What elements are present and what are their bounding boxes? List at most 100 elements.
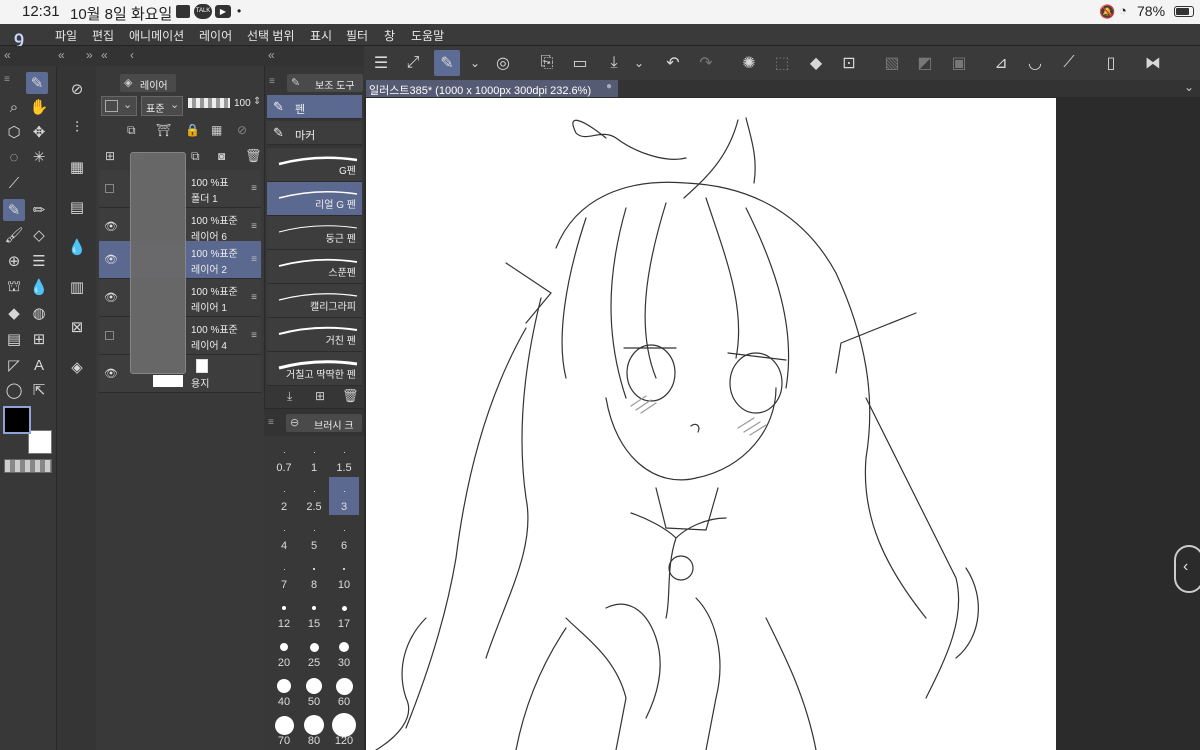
layer-handle-icon[interactable]: ≡ xyxy=(251,330,257,341)
menu-filter[interactable]: 필터 xyxy=(346,27,368,44)
opacity-value[interactable]: 100 xyxy=(234,98,251,109)
menu-view[interactable]: 표시 xyxy=(310,27,332,44)
duplicate-icon[interactable]: ⊞ xyxy=(315,389,325,403)
brush-size-option[interactable]: 10 xyxy=(329,555,359,593)
layer-handle-icon[interactable]: ≡ xyxy=(251,292,257,303)
chevron-left-icon[interactable]: ‹ xyxy=(130,48,134,62)
timeline-icon[interactable]: ▥ xyxy=(66,276,88,298)
deselect-icon[interactable]: ▧ xyxy=(879,50,905,76)
sub-tool-tab[interactable]: ✎ 보조 도구 xyxy=(287,74,363,92)
layer-tab[interactable]: ◈ 레이어 xyxy=(120,74,176,92)
hand-icon[interactable]: ✋ xyxy=(28,96,50,118)
color-set-icon[interactable]: ▦ xyxy=(66,156,88,178)
brush-size-option[interactable]: 30 xyxy=(329,633,359,671)
eyedropper-icon[interactable]: ⟋ xyxy=(3,172,25,194)
eye-icon[interactable]: 👁 xyxy=(104,220,118,233)
fill-icon[interactable]: ◆ xyxy=(3,302,25,324)
eraser-icon[interactable]: ◇ xyxy=(28,224,50,246)
blend-mode-dropdown[interactable]: 표준 ⌄ xyxy=(141,96,183,116)
brush-size-option[interactable]: 60 xyxy=(329,672,359,710)
layer-handle-icon[interactable]: ≡ xyxy=(251,254,257,265)
transform-icon[interactable]: ⊡ xyxy=(836,50,862,76)
undo-icon[interactable]: ↶ xyxy=(660,50,686,76)
brush-size-option[interactable]: 120 xyxy=(329,711,359,749)
brush-spoon-pen[interactable]: 스푼펜 xyxy=(267,250,362,284)
brush-size-option[interactable]: 7 xyxy=(269,555,299,593)
collapse-subtool-icon[interactable]: « xyxy=(268,48,275,62)
open-folder-icon[interactable]: ▭ xyxy=(567,50,593,76)
hamburger-menu-icon[interactable]: ☰ xyxy=(368,50,394,76)
layer-mask-icon[interactable]: ◙ xyxy=(218,149,225,163)
smartphone-icon[interactable]: ▯ xyxy=(1098,50,1124,76)
visibility-checkbox[interactable] xyxy=(105,184,114,193)
menu-edit[interactable]: 편집 xyxy=(92,27,114,44)
eye-icon[interactable]: 👁 xyxy=(104,291,118,304)
transparent-color-icon[interactable] xyxy=(4,459,52,473)
tool-menu-icon[interactable]: ≡ xyxy=(4,74,10,85)
pen-tool-active-icon[interactable]: ✎ xyxy=(26,72,48,94)
flip-horizontal-icon[interactable]: ⧓ xyxy=(1140,50,1166,76)
magic-wand-icon[interactable]: ✳ xyxy=(28,146,50,168)
layer-stack-icon[interactable]: ◈ xyxy=(66,356,88,378)
brush-size-option[interactable]: 50 xyxy=(299,672,329,710)
collapse-layer-icon[interactable]: « xyxy=(101,48,108,62)
brush-real-g-pen[interactable]: 리얼 G 펜 xyxy=(267,182,362,216)
brush-bowl-icon[interactable]: ◡ xyxy=(1022,50,1048,76)
menu-window[interactable]: 창 xyxy=(384,27,395,44)
fit-canvas-icon[interactable]: ⤢ xyxy=(400,50,426,76)
menu-help[interactable]: 도움말 xyxy=(411,27,444,44)
import-icon[interactable]: ⤓ xyxy=(287,389,292,404)
brush-size-option[interactable]: 4 xyxy=(269,516,299,554)
fill-bucket-icon[interactable]: ◆ xyxy=(803,50,829,76)
redo-icon[interactable]: ↷ xyxy=(693,50,719,76)
opacity-slider[interactable] xyxy=(188,98,230,108)
lasso-fill-icon[interactable]: ◍ xyxy=(28,302,50,324)
tab-dot-icon[interactable]: ● xyxy=(606,81,612,92)
brush-size-option[interactable]: 1 xyxy=(299,438,329,476)
balloon-icon[interactable]: ◯ xyxy=(3,379,25,401)
new-file-icon[interactable]: ⎘ xyxy=(534,50,560,76)
loading-spinner-icon[interactable]: ✺ xyxy=(736,50,762,76)
selection-clear-icon[interactable]: ⬚ xyxy=(769,50,795,76)
menu-animation[interactable]: 애니메이션 xyxy=(129,27,184,44)
canvas-tab[interactable]: 일러스트385* (1000 x 1000px 300dpi 232.6%) ● xyxy=(366,80,618,97)
delete-layer-icon[interactable]: 🗑 xyxy=(245,148,262,164)
opacity-stepper-icon[interactable]: ⇕ xyxy=(253,96,261,107)
clip-icon[interactable]: ⧉ xyxy=(127,123,136,138)
tool-property-icon[interactable]: ⫶ xyxy=(66,116,88,138)
layer-color-dropdown[interactable]: ⌄ xyxy=(101,96,137,116)
lock-transparent-icon[interactable]: ▦ xyxy=(211,123,222,137)
save-chevron-down-icon[interactable]: ⌄ xyxy=(626,50,652,76)
save-icon[interactable]: ⤓ xyxy=(601,50,627,76)
panel-menu-icon[interactable]: ≡ xyxy=(268,417,274,428)
text-icon[interactable]: A xyxy=(28,354,50,376)
brush-icon[interactable]: 🖌 xyxy=(3,224,25,246)
side-panel-handle[interactable]: ‹ xyxy=(1174,545,1200,593)
gradient-icon[interactable]: ▤ xyxy=(3,328,25,350)
visibility-checkbox[interactable] xyxy=(105,331,114,340)
eye-icon[interactable]: 👁 xyxy=(104,367,118,380)
brush-size-option[interactable]: 25 xyxy=(299,633,329,671)
brush-size-option[interactable]: 15 xyxy=(299,594,329,632)
menu-file[interactable]: 파일 xyxy=(55,27,77,44)
zoom-icon[interactable]: ⌕ xyxy=(3,96,25,118)
lasso-icon[interactable]: ◌ xyxy=(3,146,25,168)
drawing-canvas[interactable] xyxy=(366,98,1056,750)
lock-icon[interactable]: 🔒 xyxy=(185,123,200,137)
menu-layer[interactable]: 레이어 xyxy=(199,27,232,44)
reference-icon[interactable]: ⛩ xyxy=(156,123,171,137)
line-ruler-icon[interactable]: ⟋ xyxy=(1056,50,1082,76)
tab-chevron-down-icon[interactable]: ⌄ xyxy=(1184,80,1194,94)
pen-icon[interactable]: ✎ xyxy=(3,199,25,221)
spiral-icon[interactable]: ◎ xyxy=(490,50,516,76)
layer-handle-icon[interactable]: ≡ xyxy=(251,221,257,232)
brush-size-option[interactable]: 17 xyxy=(329,594,359,632)
brush-size-option[interactable]: 0.7 xyxy=(269,438,299,476)
sub-color-swatch[interactable] xyxy=(28,430,52,454)
brush-size-option[interactable]: 20 xyxy=(269,633,299,671)
eye-icon[interactable]: 👁 xyxy=(104,253,118,266)
ruler-icon[interactable]: ⊿ xyxy=(988,50,1014,76)
collapse-icon[interactable]: « xyxy=(58,48,65,62)
brush-g-pen[interactable]: G펜 xyxy=(267,148,362,182)
brush-size-option[interactable]: 5 xyxy=(299,516,329,554)
